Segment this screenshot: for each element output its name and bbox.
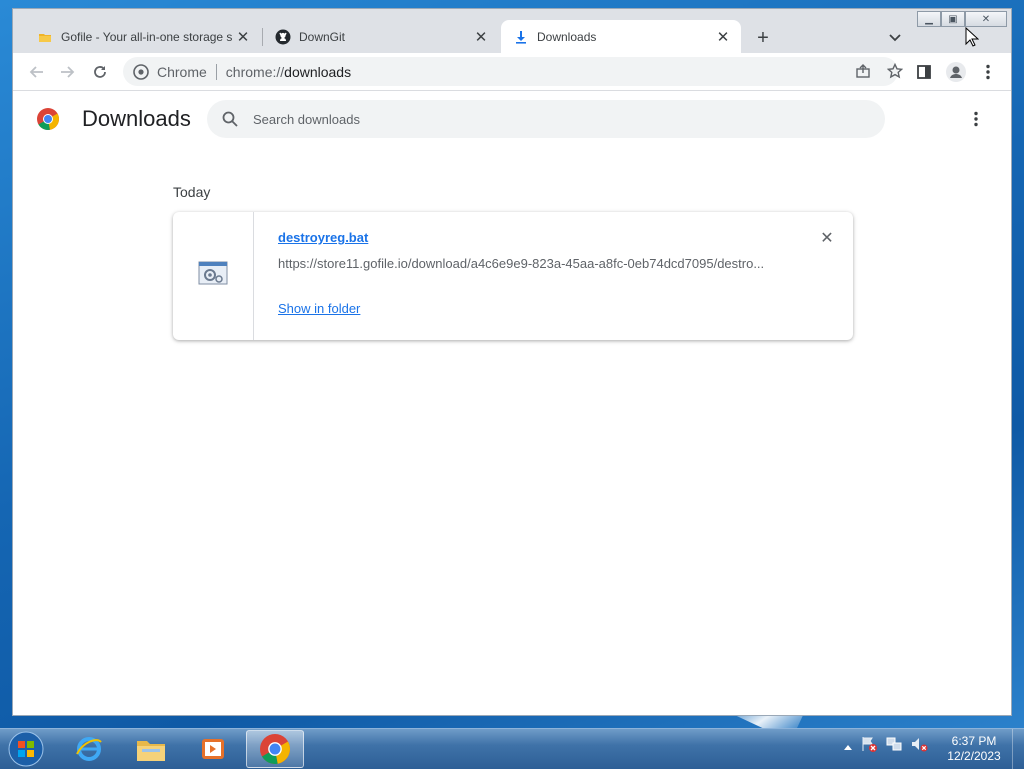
side-panel-icon <box>917 65 931 79</box>
chrome-logo-icon <box>37 108 59 130</box>
date-section-label: Today <box>173 184 211 200</box>
bookmark-star-icon[interactable] <box>886 62 904 82</box>
omnibox-url: chrome://downloads <box>226 64 351 80</box>
url-host: downloads <box>284 63 352 80</box>
show-desktop-button[interactable] <box>1012 729 1024 769</box>
tab-downgit[interactable]: DownGit ✕ <box>263 20 499 53</box>
gofile-icon <box>37 29 53 45</box>
tab-strip: Gofile - Your all-in-one storage s ✕ Dow… <box>13 9 1011 53</box>
internet-explorer-icon <box>76 737 102 761</box>
back-arrow-icon <box>29 66 43 78</box>
page-title: Downloads <box>82 106 191 131</box>
tab-search-button[interactable] <box>885 28 905 48</box>
address-bar[interactable]: Chrome chrome://downloads <box>123 57 904 86</box>
taskbar-file-explorer[interactable] <box>122 730 180 768</box>
folder-icon <box>137 741 165 761</box>
profile-button[interactable] <box>945 61 967 83</box>
media-player-icon <box>202 739 224 759</box>
share-icon[interactable] <box>855 63 871 82</box>
browser-window: Gofile - Your all-in-one storage s ✕ Dow… <box>12 8 1012 716</box>
downloads-header: Downloads <box>13 91 1011 147</box>
windows-orb-icon <box>8 731 44 767</box>
taskbar-internet-explorer[interactable] <box>60 730 118 768</box>
downloads-menu-button[interactable] <box>968 108 984 130</box>
kebab-menu-icon <box>974 111 978 127</box>
batch-file-icon <box>198 261 228 292</box>
clock-time: 6:37 PM <box>951 734 997 748</box>
system-tray <box>843 735 928 758</box>
taskbar: 6:37 PM 12/2/2023 <box>0 728 1024 769</box>
volume-muted-icon[interactable] <box>910 735 928 758</box>
profile-avatar-icon <box>946 62 966 82</box>
forward-arrow-icon <box>61 66 75 78</box>
github-icon <box>275 29 291 45</box>
site-info-chip[interactable]: Chrome <box>133 64 207 80</box>
file-icon-column <box>173 212 254 340</box>
remove-download-icon[interactable]: ✕ <box>817 228 837 248</box>
close-tab-icon[interactable]: ✕ <box>471 27 491 47</box>
show-hidden-icons-icon[interactable] <box>843 738 853 756</box>
search-input[interactable] <box>251 110 855 128</box>
download-item-card: destroyreg.bat https://store11.gofile.io… <box>173 212 853 340</box>
downloads-page: Downloads Today <box>13 91 1011 715</box>
chrome-menu-button[interactable] <box>977 61 999 83</box>
chevron-down-icon <box>889 34 901 42</box>
close-window-button[interactable]: ✕ <box>965 11 1007 27</box>
taskbar-chrome[interactable] <box>246 730 304 768</box>
action-center-flag-icon[interactable] <box>860 735 878 758</box>
reload-icon <box>94 66 106 78</box>
tab-gofile[interactable]: Gofile - Your all-in-one storage s ✕ <box>25 20 261 53</box>
taskbar-clock[interactable]: 6:37 PM 12/2/2023 <box>940 734 1008 764</box>
download-source-url: https://store11.gofile.io/download/a4c6e… <box>278 256 765 271</box>
search-icon <box>221 110 239 128</box>
close-tab-icon[interactable]: ✕ <box>233 27 253 47</box>
tab-downloads[interactable]: Downloads ✕ <box>501 20 741 53</box>
new-tab-button[interactable]: + <box>751 27 775 49</box>
tab-title: DownGit <box>299 29 346 44</box>
url-scheme: chrome:// <box>225 63 285 80</box>
back-button[interactable] <box>25 61 47 83</box>
omnibox-separator <box>215 63 217 80</box>
side-panel-button[interactable] <box>913 61 935 83</box>
mouse-cursor-icon <box>965 26 980 52</box>
chrome-icon <box>133 63 149 80</box>
omnibox-label: Chrome <box>157 63 207 80</box>
start-button[interactable] <box>6 730 46 768</box>
show-in-folder-link[interactable]: Show in folder <box>278 301 360 316</box>
network-icon[interactable] <box>885 735 903 758</box>
reload-button[interactable] <box>89 61 111 83</box>
chrome-icon <box>260 734 290 764</box>
browser-toolbar: Chrome chrome://downloads <box>13 53 1011 91</box>
clock-date: 12/2/2023 <box>947 749 1001 763</box>
tab-title: Downloads <box>537 29 597 44</box>
download-filename-link[interactable]: destroyreg.bat <box>278 230 368 245</box>
tab-title: Gofile - Your all-in-one storage s <box>61 29 233 44</box>
kebab-menu-icon <box>986 64 990 80</box>
search-bar[interactable] <box>207 100 885 138</box>
forward-button[interactable] <box>57 61 79 83</box>
restore-button[interactable]: ▣ <box>941 11 965 27</box>
taskbar-media-player[interactable] <box>184 730 242 768</box>
minimize-button[interactable]: ▁ <box>917 11 941 27</box>
download-icon <box>513 29 529 45</box>
window-controls: ▁ ▣ ✕ <box>917 11 1007 27</box>
close-tab-icon[interactable]: ✕ <box>713 27 733 47</box>
